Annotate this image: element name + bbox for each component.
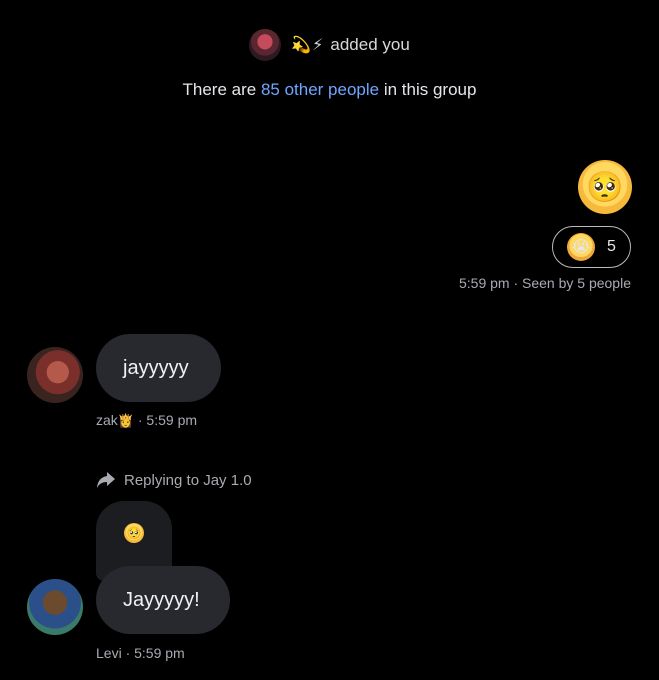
quoted-emoji-glyph: 🥺 [126, 526, 142, 540]
added-you-text: added you [330, 35, 410, 54]
avatar-levi[interactable] [27, 579, 83, 635]
reply-indicator[interactable]: Replying to Jay 1.0 [96, 471, 252, 489]
info-prefix: There are [182, 80, 257, 99]
sender-name[interactable]: Levi [96, 645, 122, 661]
pleading-face-small-icon: 🥺 [124, 523, 144, 543]
reaction-count: 5 [607, 238, 616, 255]
message-time: · 5:59 pm [125, 645, 185, 661]
message-bubble-levi[interactable]: Jayyyyy! [96, 566, 230, 634]
sender-name[interactable]: zak [96, 412, 118, 428]
pleading-face-icon: 🥺 [586, 170, 624, 204]
reply-arrow-icon [97, 472, 115, 488]
adder-name[interactable]: 💫⚡ [291, 35, 324, 55]
princess-icon: 👸 [117, 413, 134, 428]
crying-face-icon: 😭 [567, 233, 596, 261]
chat-screen: 💫⚡ added you There are 85 other people i… [0, 0, 659, 680]
reaction-emoji-glyph: 😭 [571, 239, 591, 256]
message-meta-zak: zak👸 · 5:59 pm [96, 412, 197, 429]
message-time: · 5:59 pm [137, 412, 198, 428]
seen-status[interactable]: 5:59 pm · Seen by 5 people [459, 275, 631, 291]
message-text: jayyyyy [123, 356, 189, 379]
other-people-link[interactable]: 85 other people [261, 80, 379, 99]
adder-avatar[interactable] [249, 29, 282, 61]
group-members-info: There are 85 other people in this group [0, 80, 659, 100]
message-text: Jayyyyy! [123, 588, 200, 611]
message-bubble-zak[interactable]: jayyyyy [96, 334, 221, 402]
avatar-zak[interactable] [27, 347, 83, 403]
info-suffix: in this group [383, 80, 477, 99]
reaction-summary[interactable]: 😭 5 [552, 226, 631, 268]
reply-label: Replying to Jay 1.0 [124, 471, 252, 489]
added-you-notice: 💫⚡ added you [0, 28, 659, 62]
message-meta-levi: Levi · 5:59 pm [96, 645, 185, 661]
outgoing-emoji-message[interactable]: 🥺 [578, 160, 632, 214]
